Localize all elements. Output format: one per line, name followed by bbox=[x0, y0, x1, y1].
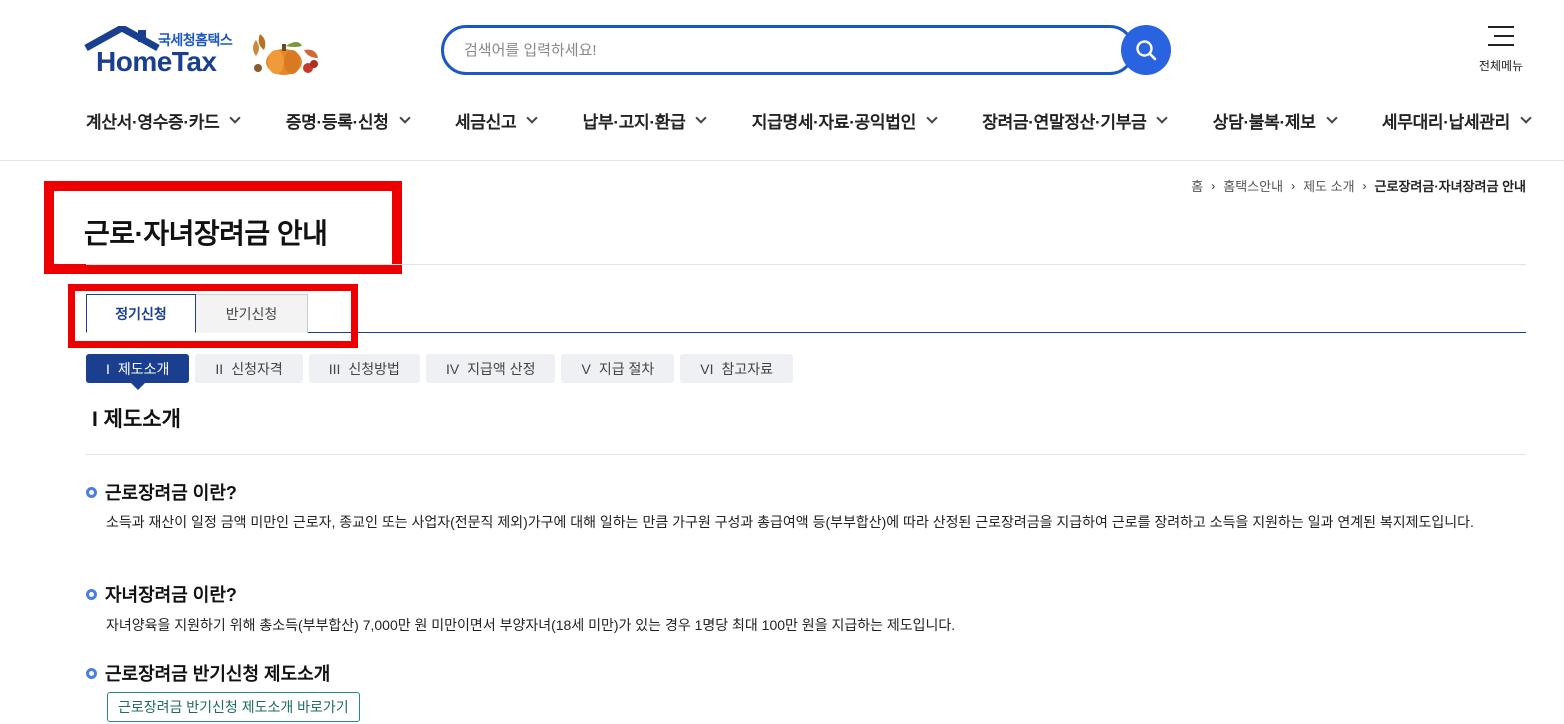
question-heading: 자녀장려금 이란? bbox=[86, 581, 237, 607]
sub-tab-bar: I 제도소개 II 신청자격 III 신청방법 IV 지급액 산정 V 지급 절차 VI 참… bbox=[86, 354, 793, 390]
gnb-item-payment[interactable]: 납부·고지·환급 bbox=[582, 106, 708, 134]
question-heading-text: 근로장려금 이란? bbox=[105, 483, 237, 503]
hamburger-menu-icon bbox=[1488, 26, 1514, 46]
hometax-logo[interactable]: 국세청홈택스 HomeTax bbox=[84, 26, 324, 78]
question-body: 자녀양육을 지원하기 위해 총소득(부부합산) 7,000만 원 미만이면서 부… bbox=[106, 617, 956, 633]
subtab-how-to-apply[interactable]: III 신청방법 bbox=[308, 354, 420, 383]
autumn-pumpkin-icon bbox=[253, 34, 318, 75]
tab-half-year-application[interactable]: 반기신청 bbox=[196, 294, 308, 333]
subtab-amount-calc[interactable]: IV 지급액 산정 bbox=[425, 354, 556, 383]
gnb-item-label: 상담·불복·제보 bbox=[1212, 112, 1316, 132]
chevron-right-icon: › bbox=[1362, 178, 1367, 193]
subtab-payment-process[interactable]: V 지급 절차 bbox=[561, 354, 675, 383]
gnb-item-label: 세무대리·납세관리 bbox=[1381, 112, 1510, 132]
chevron-down-icon bbox=[926, 112, 938, 124]
breadcrumb: 홈 › 홈택스안내 › 제도 소개 › 근로장려금·자녀장려금 안내 bbox=[1191, 176, 1526, 195]
half-year-intro-link-button[interactable]: 근로장려금 반기신청 제도소개 바로가기 bbox=[107, 692, 360, 722]
chevron-down-icon bbox=[1325, 112, 1338, 124]
section-divider bbox=[86, 454, 1526, 455]
circle-bullet-icon bbox=[86, 486, 97, 498]
subtab-label: 지급 절차 bbox=[598, 360, 655, 377]
gnb-item-label: 납부·고지·환급 bbox=[582, 112, 686, 132]
search-button[interactable] bbox=[1121, 25, 1171, 75]
chevron-down-icon bbox=[1520, 112, 1532, 124]
gnb-item-tax-report[interactable]: 세금신고 bbox=[454, 106, 538, 134]
chevron-down-icon bbox=[695, 112, 708, 124]
all-menu-label: 전체메뉴 bbox=[1478, 59, 1524, 73]
question-body: 소득과 재산이 일정 금액 미만인 근로자, 종교인 또는 사업자(전문직 제외… bbox=[106, 514, 1474, 530]
gnb-item-statement[interactable]: 지급명세·자료·공익법인 bbox=[751, 106, 938, 134]
subtab-label: 신청방법 bbox=[348, 360, 400, 377]
subtab-numeral: II bbox=[215, 360, 224, 377]
question-heading: 근로장려금 반기신청 제도소개 bbox=[86, 660, 330, 686]
title-divider bbox=[86, 264, 1526, 265]
gnb-item-label: 계산서·영수증·카드 bbox=[86, 112, 220, 132]
question-heading-text: 자녀장려금 이란? bbox=[105, 585, 237, 605]
gnb-item-certificate[interactable]: 증명·등록·신청 bbox=[285, 106, 411, 134]
subtab-numeral: V bbox=[581, 360, 591, 377]
subtab-numeral: III bbox=[328, 360, 341, 377]
subtab-intro[interactable]: I 제도소개 bbox=[86, 354, 190, 390]
subtab-label: 제도소개 bbox=[117, 360, 170, 377]
all-menu-button[interactable]: 전체메뉴 bbox=[1470, 26, 1532, 74]
page-title: 근로·자녀장려금 안내 bbox=[84, 218, 328, 249]
question-heading: 근로장려금 이란? bbox=[86, 479, 237, 505]
search-bar bbox=[441, 25, 1135, 75]
search-icon bbox=[1136, 40, 1157, 61]
section-title: I 제도소개 bbox=[92, 408, 181, 431]
gnb-item-consult[interactable]: 상담·불복·제보 bbox=[1212, 106, 1338, 134]
breadcrumb-level1[interactable]: 홈택스안내 bbox=[1223, 176, 1283, 195]
logo-english-text: HomeTax bbox=[96, 46, 217, 77]
subtab-label: 지급액 산정 bbox=[467, 360, 536, 377]
gnb-item-label: 장려금·연말정산·기부금 bbox=[982, 112, 1147, 132]
gnb-item-label: 세금신고 bbox=[454, 112, 517, 132]
subtab-label: 참고자료 bbox=[721, 360, 773, 377]
gnb-item-label: 증명·등록·신청 bbox=[285, 112, 389, 132]
gnb-item-label: 지급명세·자료·공익법인 bbox=[751, 112, 916, 132]
search-input[interactable] bbox=[464, 38, 1104, 62]
gnb-item-invoice[interactable]: 계산서·영수증·카드 bbox=[86, 106, 242, 134]
chevron-down-icon bbox=[229, 112, 242, 124]
subtab-label: 신청자격 bbox=[231, 360, 283, 377]
subtab-references[interactable]: VI 참고자료 bbox=[680, 354, 793, 383]
main-navigation: 계산서·영수증·카드 증명·등록·신청 세금신고 납부·고지·환급 지급명세·자… bbox=[86, 106, 1532, 134]
breadcrumb-current: 근로장려금·자녀장려금 안내 bbox=[1374, 179, 1526, 194]
breadcrumb-home[interactable]: 홈 bbox=[1191, 176, 1203, 195]
subtab-eligibility[interactable]: II 신청자격 bbox=[195, 354, 303, 383]
question-heading-text: 근로장려금 반기신청 제도소개 bbox=[105, 664, 331, 684]
subtab-numeral: IV bbox=[445, 360, 460, 377]
chevron-right-icon: › bbox=[1211, 178, 1216, 193]
tab-regular-application[interactable]: 정기신청 bbox=[86, 294, 196, 333]
gnb-item-tax-agent[interactable]: 세무대리·납세관리 bbox=[1381, 106, 1532, 134]
gnb-item-incentive[interactable]: 장려금·연말정산·기부금 bbox=[982, 106, 1169, 134]
circle-bullet-icon bbox=[86, 588, 97, 600]
circle-bullet-icon bbox=[86, 667, 97, 679]
subtab-numeral: VI bbox=[700, 360, 714, 377]
header-divider bbox=[0, 160, 1564, 161]
chevron-down-icon bbox=[398, 112, 411, 124]
chevron-down-icon bbox=[1156, 112, 1169, 124]
chevron-right-icon: › bbox=[1291, 178, 1296, 193]
subtab-numeral: I bbox=[106, 360, 110, 377]
breadcrumb-level2[interactable]: 제도 소개 bbox=[1303, 176, 1354, 195]
chevron-down-icon bbox=[526, 112, 538, 124]
